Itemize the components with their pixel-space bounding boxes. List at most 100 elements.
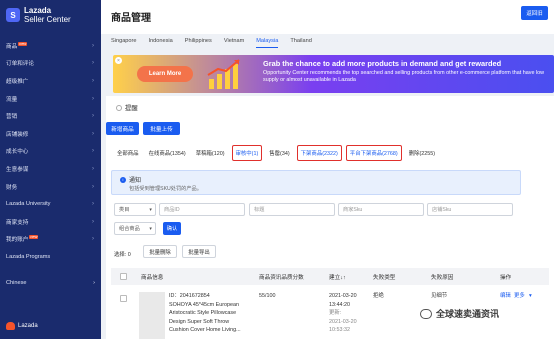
growth-chart-icon: [207, 59, 240, 89]
chevron-right-icon: ›: [92, 77, 94, 84]
selected-count: 选择: 0: [114, 252, 131, 258]
learn-more-button[interactable]: Learn More: [137, 66, 193, 82]
sidebar-item-traffic[interactable]: 流量 ›: [0, 90, 101, 108]
tab-all-products[interactable]: 全部商品: [114, 146, 142, 160]
sidebar-item-products[interactable]: 商品 new ›: [0, 37, 101, 55]
tab-thailand[interactable]: Thailand: [290, 38, 311, 48]
select-all-checkbox[interactable]: [120, 273, 127, 280]
sidebar-item-account[interactable]: 我的账户 new ›: [0, 231, 101, 249]
tab-online[interactable]: 在线商品(1354): [146, 146, 189, 160]
chevron-right-icon: ›: [93, 280, 95, 286]
sidebar-item-growth[interactable]: 成长中心 ›: [0, 143, 101, 161]
language-selector[interactable]: Chinese ›: [6, 280, 95, 286]
opportunity-banner: × Learn More Grab the chance to add more…: [113, 55, 554, 93]
lazada-logo-icon: S: [6, 8, 20, 22]
brand[interactable]: S Lazada Seller Center: [6, 6, 71, 24]
col-actions: 操作: [500, 275, 512, 281]
sidebar-item-promotion[interactable]: 超级推广 ›: [0, 72, 101, 90]
banner-title: Grab the chance to add more products in …: [263, 59, 502, 68]
col-product-info: 商品信息: [141, 275, 164, 281]
product-name-line[interactable]: Aristocratic Style Pillowcase: [169, 309, 236, 318]
sidebar-item-finance[interactable]: 财务 ›: [0, 178, 101, 196]
col-fail-reason: 失败原因: [431, 275, 454, 281]
shop-sku-input[interactable]: 店铺Sku: [427, 203, 513, 216]
sidebar-item-marketing[interactable]: 营销 ›: [0, 107, 101, 125]
confirm-button[interactable]: 确认: [163, 222, 181, 235]
chevron-right-icon: ›: [92, 95, 94, 102]
brand-name: Lazada: [24, 6, 52, 15]
brand-sub: Seller Center: [24, 15, 71, 24]
quality-score: 55/100: [259, 293, 276, 299]
product-name-line[interactable]: Design Super Soft Throw: [169, 318, 229, 327]
tab-indonesia[interactable]: Indonesia: [149, 38, 173, 48]
fail-reason[interactable]: 见细节: [431, 292, 447, 301]
new-badge: new: [29, 235, 39, 240]
chevron-down-icon: ▾: [149, 206, 152, 213]
sidebar-item-university[interactable]: Lazada University ›: [0, 195, 101, 213]
chevron-right-icon: ›: [92, 60, 94, 67]
status-tabs: 全部商品 在线商品(1354) 草稿箱(120) 审核中(1) 售罄(34) 下…: [114, 145, 442, 161]
info-icon: i: [120, 176, 126, 183]
watermark: 全球速卖通资讯: [420, 307, 499, 320]
sidebar-item-store-design[interactable]: 店铺装修 ›: [0, 125, 101, 143]
close-icon[interactable]: ×: [115, 57, 122, 64]
chevron-right-icon: ›: [92, 148, 94, 155]
banner-description: Opportunity Center recommends the top se…: [263, 70, 545, 83]
return-old-button[interactable]: 返回旧: [521, 6, 548, 20]
notice-body: 包括受到管理SKU处罚的产品。: [129, 186, 202, 192]
tab-malaysia[interactable]: Malaysia: [256, 38, 279, 48]
tab-deleted[interactable]: 删除(2255): [406, 146, 438, 160]
tab-sold-out[interactable]: 售罄(34): [266, 146, 292, 160]
chevron-down-icon[interactable]: ▾: [529, 292, 532, 301]
updated-date: 2021-03-20: [329, 318, 357, 325]
col-fail-type: 失败类型: [373, 275, 396, 281]
notice-title: i 通知: [120, 175, 141, 184]
product-name-line[interactable]: SOHOYA 45*45cm European: [169, 301, 239, 310]
chevron-right-icon: ›: [92, 218, 94, 225]
product-name-line[interactable]: Cushion Cover Home Living...: [169, 326, 241, 335]
tab-inactive[interactable]: 下架商品(2322): [296, 145, 342, 161]
tab-drafts[interactable]: 草稿箱(120): [193, 146, 228, 160]
col-quality-score: 商品资讯品质分数: [259, 275, 304, 281]
sidebar: S Lazada Seller Center 商品 new › 订单和评论 › 超级推…: [0, 0, 101, 339]
section-title: 提醒: [116, 103, 138, 112]
sidebar-item-business-advisor[interactable]: 生意参谋 ›: [0, 160, 101, 178]
fail-type: 拒绝: [373, 293, 384, 299]
product-thumbnail[interactable]: [139, 292, 165, 339]
title-input[interactable]: 标题: [249, 203, 335, 216]
sidebar-item-orders[interactable]: 订单和评论 ›: [0, 55, 101, 73]
country-tabs: Singapore Indonesia Philippines Vietnam …: [111, 38, 324, 48]
table-header: 商品信息 商品资讯品质分数 建立↓↑ 失败类型 失败原因 操作: [111, 268, 549, 285]
footer-logo: Lazada: [6, 322, 38, 330]
sidebar-item-support[interactable]: 商家支持 ›: [0, 213, 101, 231]
tab-platform-deactivated[interactable]: 平台下架商品(2768): [345, 145, 402, 161]
col-created[interactable]: 建立↓↑: [329, 273, 346, 281]
reminder-icon: [116, 104, 122, 111]
tab-under-review[interactable]: 审核中(1): [231, 145, 263, 161]
seller-sku-input[interactable]: 商家Sku: [338, 203, 424, 216]
chevron-right-icon: ›: [92, 201, 94, 208]
chevron-right-icon: ›: [92, 113, 94, 120]
lazada-heart-icon: [6, 322, 15, 330]
header: 商品管理 返回旧: [101, 0, 554, 34]
row-checkbox[interactable]: [120, 295, 127, 302]
edit-link[interactable]: 编辑: [500, 292, 511, 301]
tab-singapore[interactable]: Singapore: [111, 38, 137, 48]
language-label: Chinese: [6, 280, 27, 286]
product-id-input[interactable]: 商品ID: [159, 203, 245, 216]
bulk-export-button[interactable]: 批量导出: [182, 245, 216, 258]
category-select[interactable]: 类目 ▾: [114, 203, 156, 216]
add-product-button[interactable]: 新增商品: [106, 122, 139, 135]
chevron-right-icon: ›: [92, 183, 94, 190]
tab-philippines[interactable]: Philippines: [185, 38, 212, 48]
created-time: 13:44:20: [329, 301, 350, 308]
more-link[interactable]: 更多: [514, 292, 525, 301]
product-id: ID：2041672854: [169, 293, 210, 299]
tab-vietnam[interactable]: Vietnam: [224, 38, 244, 48]
bulk-upload-button[interactable]: 批量上传: [143, 122, 180, 135]
sidebar-item-programs[interactable]: Lazada Programs: [0, 248, 101, 266]
bulk-delete-button[interactable]: 批量删除: [143, 245, 177, 258]
new-badge: new: [18, 41, 28, 46]
chevron-right-icon: ›: [92, 42, 94, 49]
chevron-right-icon: ›: [92, 130, 94, 137]
